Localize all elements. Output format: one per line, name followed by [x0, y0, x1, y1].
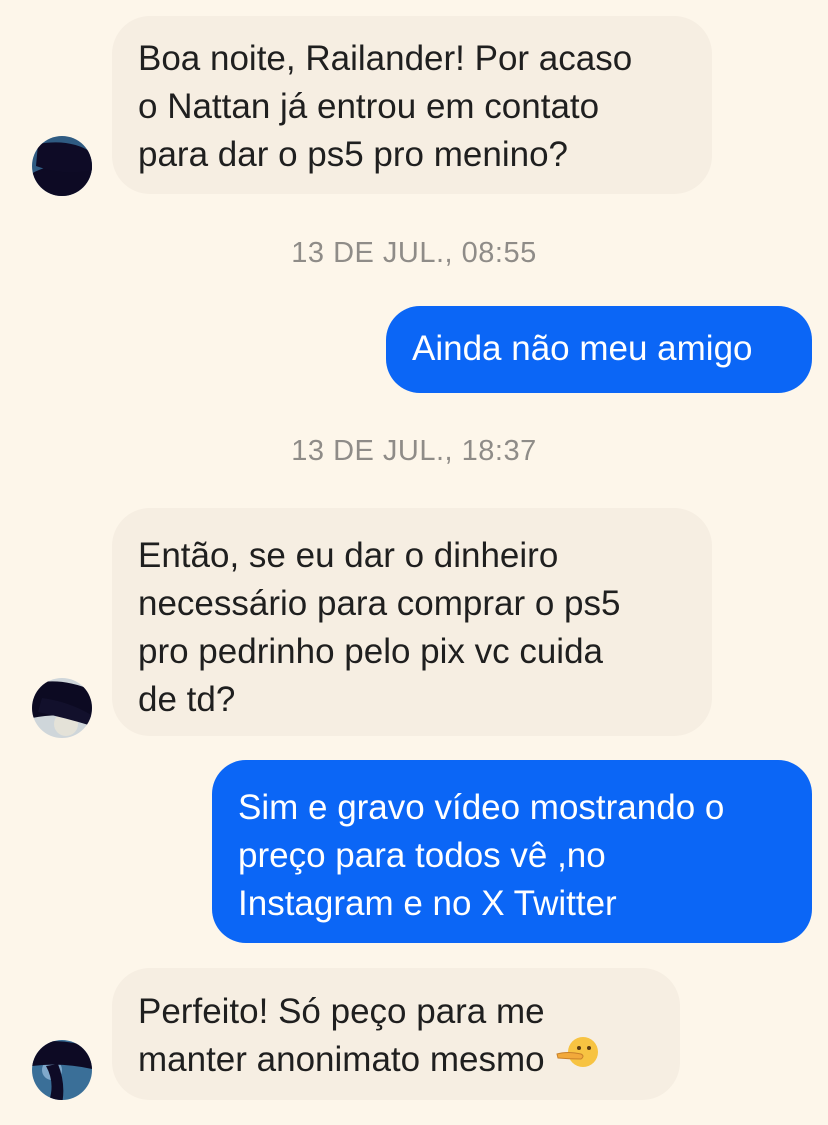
- message-text-line: pro pedrinho pelo pix vc cuida: [138, 632, 604, 671]
- message-text-line: Então, se eu dar o dinheiro: [138, 536, 559, 575]
- message-text-line: necessário para comprar o ps5: [138, 584, 621, 623]
- timestamp: 13 DE JUL., 08:55: [291, 237, 537, 269]
- message-text-line: Instagram e no X Twitter: [238, 884, 617, 923]
- finger-over-mouth-emoji-icon: [555, 1034, 599, 1083]
- avatar-redacted-icon: [32, 1040, 92, 1100]
- message-text-line: o Nattan já entrou em contato: [138, 87, 600, 126]
- incoming-message-bubble[interactable]: Boa noite, Railander! Por acaso o Nattan…: [112, 16, 712, 194]
- contact-avatar[interactable]: [32, 1040, 92, 1100]
- outgoing-message-bubble[interactable]: Ainda não meu amigo: [386, 306, 812, 393]
- message-text-line: para dar o ps5 pro menino?: [138, 135, 568, 174]
- message-text-line: Perfeito! Só peço para me: [138, 992, 545, 1031]
- message-text-line: Boa noite, Railander! Por acaso: [138, 39, 633, 78]
- message-text-line: manter anonimato mesmo: [138, 1036, 656, 1084]
- timestamp: 13 DE JUL., 18:37: [291, 435, 537, 467]
- message-text-line: de td?: [138, 680, 236, 719]
- message-text-line: preço para todos vê ,no: [238, 836, 606, 875]
- incoming-message-bubble[interactable]: Então, se eu dar o dinheiro necessário p…: [112, 508, 712, 736]
- contact-avatar[interactable]: [32, 136, 92, 196]
- message-text: manter anonimato mesmo: [138, 1040, 545, 1079]
- message-text-line: Ainda não meu amigo: [412, 329, 753, 368]
- avatar-redacted-icon: [32, 136, 92, 196]
- avatar-redacted-icon: [32, 678, 92, 738]
- message-text-line: Sim e gravo vídeo mostrando o: [238, 788, 725, 827]
- incoming-message-bubble[interactable]: Perfeito! Só peço para me manter anonima…: [112, 968, 680, 1100]
- outgoing-message-bubble[interactable]: Sim e gravo vídeo mostrando o preço para…: [212, 760, 812, 943]
- contact-avatar[interactable]: [32, 678, 92, 738]
